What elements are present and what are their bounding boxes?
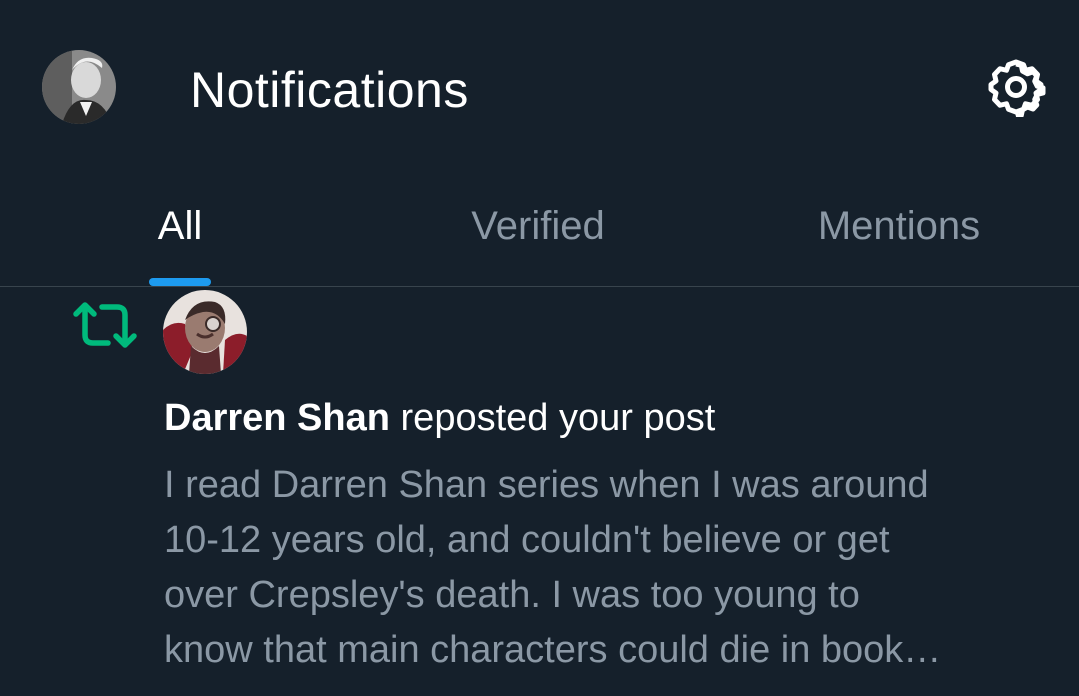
active-tab-indicator bbox=[149, 278, 211, 286]
actor-avatar[interactable] bbox=[163, 290, 247, 374]
post-preview: I read Darren Shan series when I was aro… bbox=[164, 458, 1054, 678]
actor-name[interactable]: Darren Shan bbox=[164, 397, 390, 439]
tab-label: All bbox=[157, 204, 203, 248]
profile-avatar[interactable] bbox=[42, 50, 116, 124]
post-preview-line: over Crepsley's death. I was too young t… bbox=[164, 574, 860, 616]
action-text: reposted your post bbox=[400, 397, 716, 439]
notification-tabs: All Verified Mentions bbox=[0, 180, 1079, 287]
gear-icon bbox=[988, 59, 1046, 120]
post-preview-line: 10-12 years old, and couldn't believe or… bbox=[164, 519, 890, 561]
settings-button[interactable] bbox=[986, 57, 1046, 120]
post-preview-line: I read Darren Shan series when I was aro… bbox=[164, 464, 929, 506]
page-title: Notifications bbox=[190, 62, 469, 118]
avatar-portrait-icon bbox=[163, 290, 247, 374]
avatar-portrait-icon bbox=[42, 50, 116, 124]
tab-label: Verified bbox=[471, 204, 605, 248]
post-preview-line: know that main characters could die in b… bbox=[164, 629, 942, 671]
tab-verified[interactable]: Verified bbox=[458, 202, 618, 286]
tab-mentions[interactable]: Mentions bbox=[804, 202, 994, 286]
notification-text: Darren Shan reposted your post bbox=[164, 392, 715, 444]
tab-all[interactable]: All bbox=[149, 202, 211, 286]
notification-item[interactable]: Darren Shan reposted your post I read Da… bbox=[0, 287, 1079, 696]
tab-label: Mentions bbox=[817, 204, 981, 248]
top-bar: Notifications bbox=[0, 0, 1079, 180]
repost-icon bbox=[72, 301, 138, 349]
